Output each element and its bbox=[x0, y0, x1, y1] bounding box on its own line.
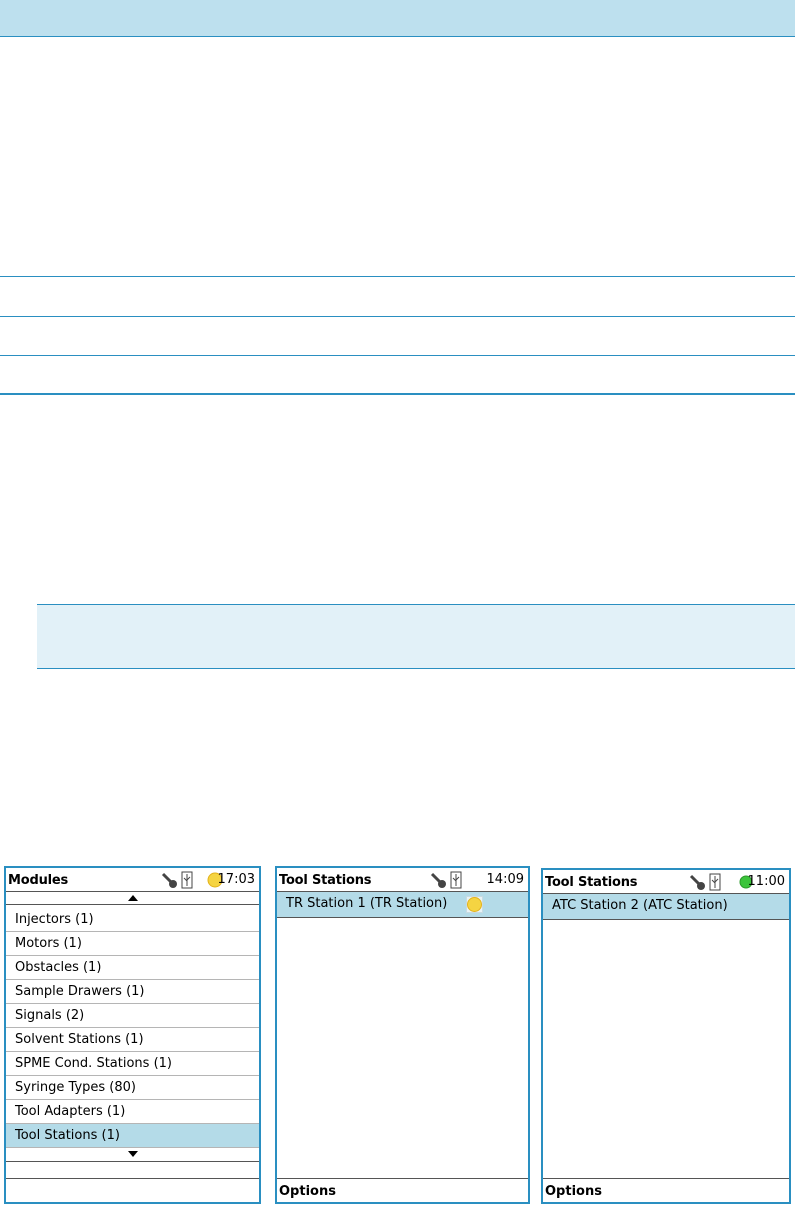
screen-title: Tool Stations bbox=[545, 875, 638, 890]
yellow-status-icon bbox=[466, 896, 483, 913]
scroll-down-button[interactable] bbox=[6, 1148, 259, 1162]
scroll-up-button[interactable] bbox=[6, 892, 259, 905]
list-item[interactable]: Obstacles (1) bbox=[6, 956, 259, 980]
list-item[interactable]: Sample Drawers (1) bbox=[6, 980, 259, 1004]
key-icon bbox=[430, 872, 446, 888]
screen-title-bar: Tool Stations 11:00 bbox=[543, 870, 789, 894]
tool-stations-screen-tr: Tool Stations 14:09 TR Station 1 (TR Sta… bbox=[275, 866, 530, 1204]
options-softkey[interactable]: Options bbox=[279, 1184, 336, 1199]
options-softkey[interactable]: Options bbox=[545, 1184, 602, 1199]
list-item[interactable]: Signals (2) bbox=[6, 1004, 259, 1028]
screen-title: Modules bbox=[8, 873, 69, 888]
list-item[interactable]: Motors (1) bbox=[6, 932, 259, 956]
screen-title-bar: Modules 17:03 bbox=[6, 868, 259, 892]
table-header-row bbox=[0, 0, 795, 37]
table-row-divider bbox=[0, 276, 795, 277]
usb-icon bbox=[709, 873, 721, 891]
note-box bbox=[37, 604, 795, 669]
screen-title-bar: Tool Stations 14:09 bbox=[277, 868, 528, 892]
list-item[interactable]: SPME Cond. Stations (1) bbox=[6, 1052, 259, 1076]
usb-icon bbox=[450, 871, 462, 889]
arrow-up-icon bbox=[127, 895, 138, 901]
tool-stations-screen-atc: Tool Stations 11:00 ATC Station 2 (ATC S… bbox=[541, 868, 791, 1204]
key-icon bbox=[689, 874, 705, 890]
list-item-selected[interactable]: ATC Station 2 (ATC Station) bbox=[543, 894, 789, 920]
screen-footer[interactable]: Options bbox=[277, 1178, 528, 1202]
list-item-selected[interactable]: Tool Stations (1) bbox=[6, 1124, 259, 1148]
list-item[interactable]: Tool Adapters (1) bbox=[6, 1100, 259, 1124]
screen-title: Tool Stations bbox=[279, 873, 372, 888]
screen-footer[interactable]: Options bbox=[543, 1178, 789, 1202]
arrow-down-icon bbox=[127, 1151, 138, 1157]
clock: 14:09 bbox=[486, 872, 524, 887]
table-row-divider bbox=[0, 355, 795, 356]
usb-icon bbox=[181, 871, 193, 889]
clock: 11:00 bbox=[747, 874, 785, 889]
list-item[interactable]: Solvent Stations (1) bbox=[6, 1028, 259, 1052]
list-item-selected[interactable]: TR Station 1 (TR Station) bbox=[277, 892, 528, 918]
modules-screen: Modules 17:03 Injectors (1) Motors (1) O… bbox=[4, 866, 261, 1204]
table-bottom-border bbox=[0, 393, 795, 395]
clock: 17:03 bbox=[217, 872, 255, 887]
list-item[interactable]: Syringe Types (80) bbox=[6, 1076, 259, 1100]
key-icon bbox=[161, 872, 177, 888]
screen-footer bbox=[6, 1178, 259, 1202]
list-item[interactable]: Injectors (1) bbox=[6, 908, 259, 932]
table-row-divider bbox=[0, 316, 795, 317]
list-item-label: TR Station 1 (TR Station) bbox=[286, 896, 448, 911]
